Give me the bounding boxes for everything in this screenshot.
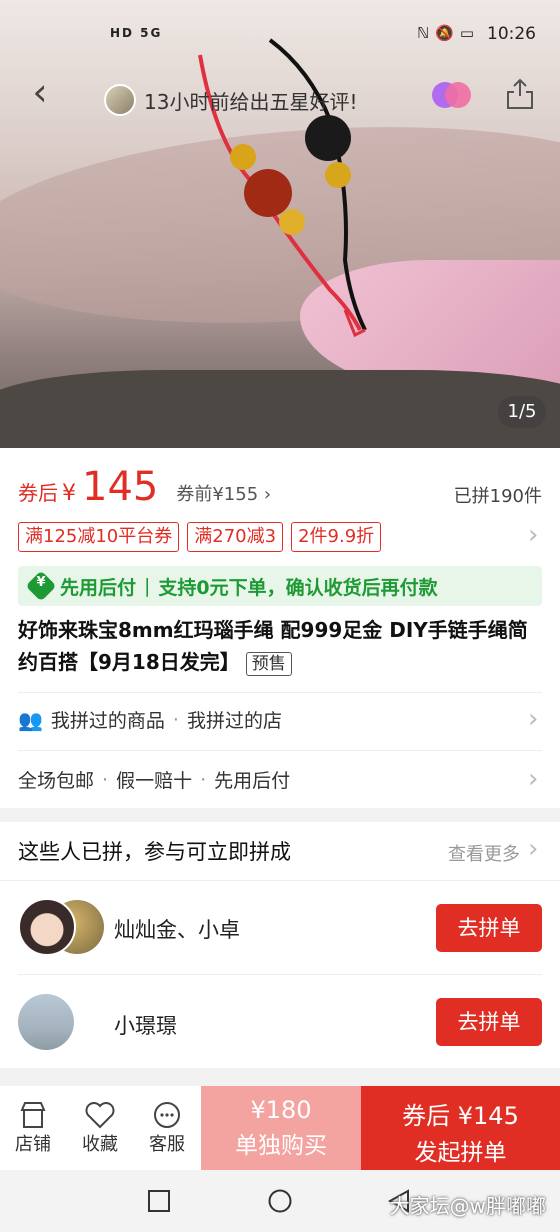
group-row: 小璟璟 去拼单 <box>0 976 560 1068</box>
group-row: 灿灿金、小卓 去拼单 <box>0 882 560 974</box>
heart-icon <box>67 1086 133 1130</box>
chevron-right-icon[interactable]: › <box>528 704 538 734</box>
pay-later-banner[interactable]: ¥ 先用后付 | 支持0元下单，确认收货后再付款 <box>18 566 542 606</box>
after-coupon-label: 券后 <box>18 481 58 505</box>
home-icon[interactable] <box>268 1189 292 1213</box>
service-item: 全场包邮 <box>18 770 95 792</box>
divider <box>0 880 560 881</box>
before-coupon-price[interactable]: 券前¥155 › <box>176 480 271 506</box>
network-indicators: HD 5G <box>110 26 163 40</box>
divider <box>18 750 542 751</box>
review-text: 13小时前给出五星好评! <box>144 89 358 114</box>
favorite-label: 收藏 <box>82 1134 118 1155</box>
share-icon[interactable] <box>504 76 536 112</box>
customer-service-button[interactable]: 客服 <box>134 1086 200 1170</box>
after-coupon-price: 145 <box>82 464 159 510</box>
store-label: 店铺 <box>15 1134 51 1155</box>
chat-icon <box>134 1086 200 1130</box>
pay-later-desc: 支持0元下单，确认收货后再付款 <box>158 576 438 599</box>
coupon-tag[interactable]: 满125减10平台券 <box>18 522 180 552</box>
avatar <box>18 898 76 956</box>
group-label: 发起拼单 <box>414 1140 507 1166</box>
divider <box>18 692 542 693</box>
product-page: HD 5G ℕ🔕▭ 10:26 ‹ 13小时前给出五星好评! 1/5 券后 ¥ … <box>0 0 560 1232</box>
service-item: 假一赔十 <box>116 770 193 792</box>
divider <box>18 974 542 975</box>
recent-apps-icon[interactable] <box>148 1190 170 1212</box>
brand-logo-icon[interactable] <box>432 80 472 110</box>
review-banner: 13小时前给出五星好评! <box>104 82 357 118</box>
start-group-button[interactable]: 券后 ¥145 发起拼单 <box>361 1086 560 1170</box>
avatar <box>18 994 74 1050</box>
bottom-action-bar: 店铺 收藏 客服 ¥180 单独购买 券后 ¥145 发起拼单 <box>0 1086 560 1170</box>
favorite-button[interactable]: 收藏 <box>67 1086 133 1170</box>
reviewer-avatar <box>104 84 136 116</box>
people-icon: 👥 <box>18 707 43 732</box>
price-row: 券后 ¥ 145 券前¥155 › <box>18 464 271 514</box>
join-group-button[interactable]: 去拼单 <box>436 904 542 952</box>
clock: 10:26 <box>487 24 536 44</box>
back-icon[interactable]: ‹ <box>22 73 58 112</box>
product-title: 好饰来珠宝8mm红玛瑙手绳 配999足金 DIY手链手绳简约百搭【9月18日发完… <box>18 614 546 678</box>
history-items-link[interactable]: 我拼过的商品 <box>51 706 165 733</box>
join-group-button[interactable]: 去拼单 <box>436 998 542 1046</box>
alone-label: 单独购买 <box>235 1133 327 1159</box>
status-bar: HD 5G ℕ🔕▭ 10:26 <box>0 18 560 54</box>
product-image[interactable] <box>0 0 560 448</box>
coupon-list[interactable]: 满125减10平台券 满270减3 2件9.9折 <box>18 522 382 552</box>
coupon-tag[interactable]: 2件9.9折 <box>291 522 382 552</box>
service-label: 客服 <box>149 1134 185 1155</box>
group-member-names: 小璟璟 <box>114 1014 177 1038</box>
services-row[interactable]: 全场包邮 · 假一赔十 · 先用后付 <box>18 766 290 793</box>
coupon-tag[interactable]: 满270减3 <box>187 522 284 552</box>
currency-symbol: ¥ <box>62 481 76 506</box>
store-button[interactable]: 店铺 <box>0 1086 66 1170</box>
presale-tag: 预售 <box>245 652 292 676</box>
pay-later-icon: ¥ <box>25 570 57 602</box>
image-counter: 1/5 <box>498 396 546 428</box>
pay-later-label: 先用后付 <box>60 576 137 599</box>
service-item: 先用后付 <box>214 770 291 792</box>
bracelet-illustration <box>198 38 367 338</box>
sold-count: 已拼190件 <box>453 486 542 507</box>
groups-section-title: 这些人已拼，参与可立即拼成 <box>18 840 291 864</box>
alone-price: ¥180 <box>250 1096 312 1124</box>
view-more-link[interactable]: 查看更多 <box>448 840 520 866</box>
buy-alone-button[interactable]: ¥180 单独购买 <box>201 1086 361 1170</box>
group-member-names: 灿灿金、小卓 <box>114 918 240 942</box>
chevron-right-icon[interactable]: › <box>528 520 538 550</box>
pay-later-separator: | <box>144 575 151 597</box>
history-shops-link[interactable]: 我拼过的店 <box>187 706 282 733</box>
system-icons: ℕ🔕▭ <box>417 24 480 42</box>
group-price: 券后 ¥145 <box>402 1102 519 1130</box>
watermark: 大家坛@w胖嘟嘟 <box>389 1194 546 1218</box>
history-row[interactable]: 👥 我拼过的商品 · 我拼过的店 <box>18 706 282 733</box>
store-icon <box>0 1086 66 1130</box>
chevron-right-icon[interactable]: › <box>528 834 538 864</box>
chevron-right-icon[interactable]: › <box>528 764 538 794</box>
